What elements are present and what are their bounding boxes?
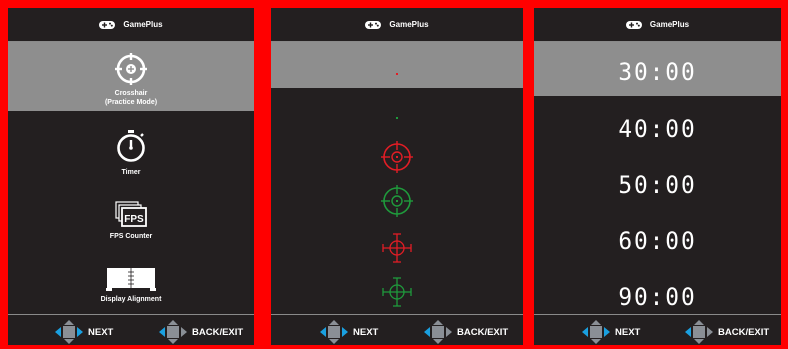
green-bracket-crosshair-icon (382, 277, 412, 307)
alignment-icon (106, 268, 156, 291)
back-exit-label: BACK/EXIT (457, 326, 509, 338)
dpad-icon (685, 320, 713, 344)
timer-option-60[interactable]: 60:00 (540, 227, 775, 255)
menu-item-sublabel: (Practice Mode) (104, 99, 158, 106)
timer-option-40[interactable]: 40:00 (540, 115, 775, 143)
panel-header: GamePlus (271, 8, 523, 42)
crosshair-option-red-bracket[interactable] (381, 232, 413, 269)
crosshair-option-red-dot[interactable] (395, 63, 399, 81)
panel-footer: NEXT BACK/EXIT (534, 314, 781, 345)
panel-footer: NEXT BACK/EXIT (8, 314, 254, 345)
menu-item-label: Display Alignment (100, 296, 162, 303)
timer-option-50[interactable]: 50:00 (540, 171, 775, 199)
crosshair-options-panel: GamePlus NEXT BACK/EXIT (271, 8, 523, 345)
next-button[interactable]: NEXT (319, 319, 378, 345)
dpad-icon (320, 320, 348, 344)
menu-item-label: Timer (121, 169, 141, 176)
crosshair-option-green-dot[interactable] (395, 107, 399, 125)
menu-item-crosshair[interactable]: Crosshair (Practice Mode) (8, 52, 254, 107)
dpad-icon (159, 320, 187, 344)
timer-options-panel: GamePlus 30:00 40:00 50:00 60:00 90:00 N… (534, 8, 781, 345)
gameplus-menu-panel: GamePlus Crosshair (Practice Mode) Timer (8, 8, 254, 345)
crosshair-option-green-bracket[interactable] (381, 276, 413, 313)
crosshair-option-red-circle[interactable] (381, 141, 413, 178)
back-exit-button[interactable]: BACK/EXIT (158, 319, 243, 345)
red-bracket-crosshair-icon (382, 233, 412, 263)
back-exit-label: BACK/EXIT (192, 326, 244, 338)
gamepad-icon (625, 20, 642, 29)
red-dot-icon (396, 73, 398, 75)
next-button[interactable]: NEXT (54, 319, 113, 345)
back-exit-label: BACK/EXIT (718, 326, 770, 338)
fps-icon: FPS (115, 201, 147, 227)
header-title: GamePlus (389, 20, 429, 29)
green-dot-icon (396, 117, 398, 119)
next-label: NEXT (353, 326, 379, 338)
crosshair-option-green-circle[interactable] (381, 185, 413, 222)
back-exit-button[interactable]: BACK/EXIT (423, 319, 508, 345)
timer-option-30[interactable]: 30:00 (540, 58, 775, 86)
panel-header: GamePlus (8, 8, 254, 42)
dpad-icon (582, 320, 610, 344)
panel-header: GamePlus (534, 8, 781, 42)
back-exit-button[interactable]: BACK/EXIT (684, 319, 769, 345)
green-circle-crosshair-icon (381, 185, 413, 217)
dpad-icon (55, 320, 83, 344)
timer-option-90[interactable]: 90:00 (540, 283, 775, 311)
fps-icon-text: FPS (124, 214, 144, 225)
next-label: NEXT (88, 326, 114, 338)
menu-item-label: FPS Counter (109, 233, 153, 240)
dpad-icon (424, 320, 452, 344)
next-label: NEXT (615, 326, 641, 338)
header-title: GamePlus (649, 20, 690, 29)
menu-item-fps-counter[interactable]: FPS FPS Counter (8, 201, 254, 241)
header-title: GamePlus (123, 20, 163, 29)
menu-item-display-alignment[interactable]: Display Alignment (8, 266, 254, 304)
gamepad-icon (99, 20, 116, 29)
menu-item-label: Crosshair (114, 90, 148, 97)
gamepad-icon (365, 20, 382, 29)
panel-footer: NEXT BACK/EXIT (271, 314, 523, 345)
next-button[interactable]: NEXT (581, 319, 640, 345)
red-circle-crosshair-icon (381, 141, 413, 173)
stopwatch-icon (117, 130, 145, 162)
menu-item-timer[interactable]: Timer (8, 129, 254, 177)
crosshair-icon (115, 53, 147, 85)
